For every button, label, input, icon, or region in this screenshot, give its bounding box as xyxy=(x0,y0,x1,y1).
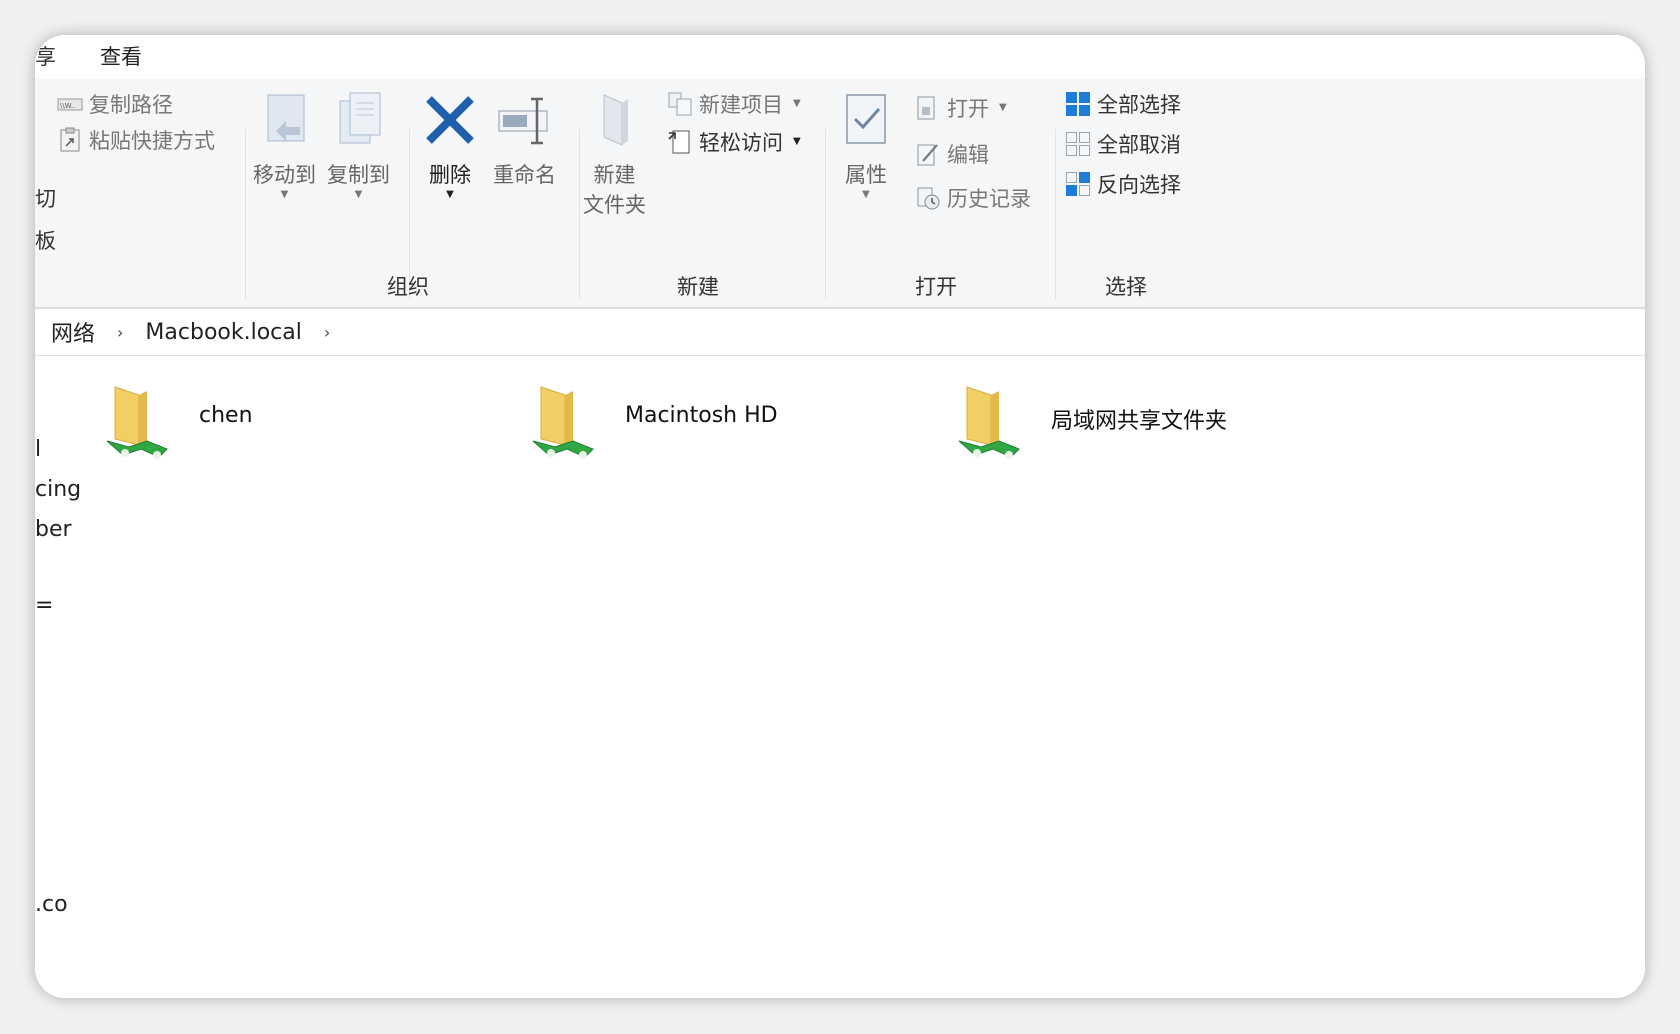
copy-to-caret: ▼ xyxy=(354,189,363,200)
folder-item[interactable]: chen xyxy=(101,383,253,469)
move-to-caret: ▼ xyxy=(280,189,289,200)
select-group-label: 选择 xyxy=(1105,275,1147,299)
svg-text:\\W..: \\W.. xyxy=(60,102,75,110)
properties-label: 属性 xyxy=(845,163,887,187)
ribbon-tabbar: 享 查看 xyxy=(35,35,1645,79)
tab-share[interactable]: 享 xyxy=(35,41,56,71)
ribbon-separator xyxy=(245,129,246,299)
rename-label: 重命名 xyxy=(493,163,556,187)
new-folder-button[interactable]: 新建 文件夹 xyxy=(583,89,646,220)
folder-name: 局域网共享文件夹 xyxy=(1051,409,1228,434)
breadcrumb-macbook[interactable]: Macbook.local xyxy=(145,320,301,345)
copy-path-button[interactable]: \\W.. 复制路径 xyxy=(57,89,173,119)
properties-icon xyxy=(839,89,893,154)
easy-access-label: 轻松访问 xyxy=(699,131,783,155)
copy-to-icon xyxy=(332,89,386,154)
edit-icon xyxy=(915,141,941,167)
edit-button[interactable]: 编辑 xyxy=(915,139,989,169)
nav-item-partial[interactable]: ber xyxy=(35,517,72,542)
ribbon-separator xyxy=(825,129,826,299)
invert-selection-icon xyxy=(1065,171,1091,197)
history-icon xyxy=(915,185,941,211)
new-item-label: 新建项目 xyxy=(699,93,783,117)
copy-path-icon: \\W.. xyxy=(57,91,83,117)
chevron-right-icon[interactable]: › xyxy=(324,323,330,342)
delete-icon xyxy=(423,89,477,154)
network-folder-icon xyxy=(101,383,171,469)
clipboard-label-partial: 板 xyxy=(35,229,56,253)
easy-access-caret: ▼ xyxy=(793,136,801,147)
rename-icon xyxy=(495,89,555,154)
paste-shortcut-button[interactable]: 粘贴快捷方式 xyxy=(57,125,215,155)
open-icon xyxy=(915,95,941,121)
select-none-icon xyxy=(1065,131,1091,157)
copy-to-button[interactable]: 复制到 ▼ xyxy=(327,89,390,200)
folder-item[interactable]: 局域网共享文件夹 xyxy=(953,383,1227,469)
breadcrumb-network[interactable]: 网络 xyxy=(51,316,95,348)
nav-item-partial[interactable]: l xyxy=(35,437,41,462)
copy-path-label: 复制路径 xyxy=(89,93,173,117)
nav-item-partial[interactable]: .co xyxy=(35,892,68,917)
move-to-button[interactable]: 移动到 ▼ xyxy=(253,89,316,200)
edit-label: 编辑 xyxy=(947,143,989,167)
paste-shortcut-label: 粘贴快捷方式 xyxy=(89,129,215,153)
new-folder-icon xyxy=(588,89,642,154)
ribbon-separator xyxy=(1055,129,1056,299)
file-list: l cing ber = .co chen Macintosh HD 局域网共享… xyxy=(35,357,1645,998)
select-all-button[interactable]: 全部选择 xyxy=(1065,89,1181,119)
new-group-label: 新建 xyxy=(677,275,719,299)
new-item-caret: ▼ xyxy=(793,98,801,109)
open-group-label: 打开 xyxy=(915,275,957,299)
network-folder-icon xyxy=(527,383,597,469)
nav-item-partial[interactable]: cing xyxy=(35,477,81,502)
tab-view[interactable]: 查看 xyxy=(100,41,142,71)
delete-button[interactable]: 删除 ▼ xyxy=(423,89,477,200)
explorer-window: 享 查看 \\W.. 复制路径 粘贴快捷方式 切 板 移动到 ▼ 复制到 ▼ 删… xyxy=(35,35,1645,998)
folder-name: chen xyxy=(199,403,253,428)
ribbon: \\W.. 复制路径 粘贴快捷方式 切 板 移动到 ▼ 复制到 ▼ 删除 ▼ 重… xyxy=(35,79,1645,309)
folder-item[interactable]: Macintosh HD xyxy=(527,383,778,469)
network-folder-icon xyxy=(953,383,1023,469)
invert-selection-button[interactable]: 反向选择 xyxy=(1065,169,1181,199)
delete-caret: ▼ xyxy=(446,189,454,200)
open-button[interactable]: 打开 ▼ xyxy=(915,93,1007,123)
open-caret: ▼ xyxy=(999,102,1007,113)
history-label: 历史记录 xyxy=(947,187,1031,211)
chevron-right-icon[interactable]: › xyxy=(117,323,123,342)
move-to-icon xyxy=(258,89,312,154)
rename-button[interactable]: 重命名 xyxy=(493,89,556,190)
easy-access-icon xyxy=(667,129,693,155)
easy-access-button[interactable]: 轻松访问 ▼ xyxy=(667,127,801,157)
select-all-label: 全部选择 xyxy=(1097,93,1181,117)
ribbon-separator xyxy=(579,129,580,299)
properties-button[interactable]: 属性 ▼ xyxy=(839,89,893,200)
copy-to-label: 复制到 xyxy=(327,163,390,187)
organize-group-label: 组织 xyxy=(387,275,429,299)
open-label: 打开 xyxy=(947,97,989,121)
folder-name: Macintosh HD xyxy=(625,403,778,428)
properties-caret: ▼ xyxy=(862,189,870,200)
invert-selection-label: 反向选择 xyxy=(1097,173,1181,197)
nav-item-partial[interactable]: = xyxy=(35,593,53,618)
address-bar[interactable]: 网络 › Macbook.local › xyxy=(35,309,1645,356)
history-button[interactable]: 历史记录 xyxy=(915,183,1031,213)
paste-shortcut-icon xyxy=(57,127,83,153)
select-none-button[interactable]: 全部取消 xyxy=(1065,129,1181,159)
select-all-icon xyxy=(1065,91,1091,117)
delete-label: 删除 xyxy=(429,163,471,187)
new-folder-label: 新建 文件夹 xyxy=(583,163,646,217)
select-none-label: 全部取消 xyxy=(1097,133,1181,157)
cut-button-partial[interactable]: 切 xyxy=(35,183,56,213)
move-to-label: 移动到 xyxy=(253,163,316,187)
new-item-icon xyxy=(667,91,693,117)
new-item-button[interactable]: 新建项目 ▼ xyxy=(667,89,801,119)
